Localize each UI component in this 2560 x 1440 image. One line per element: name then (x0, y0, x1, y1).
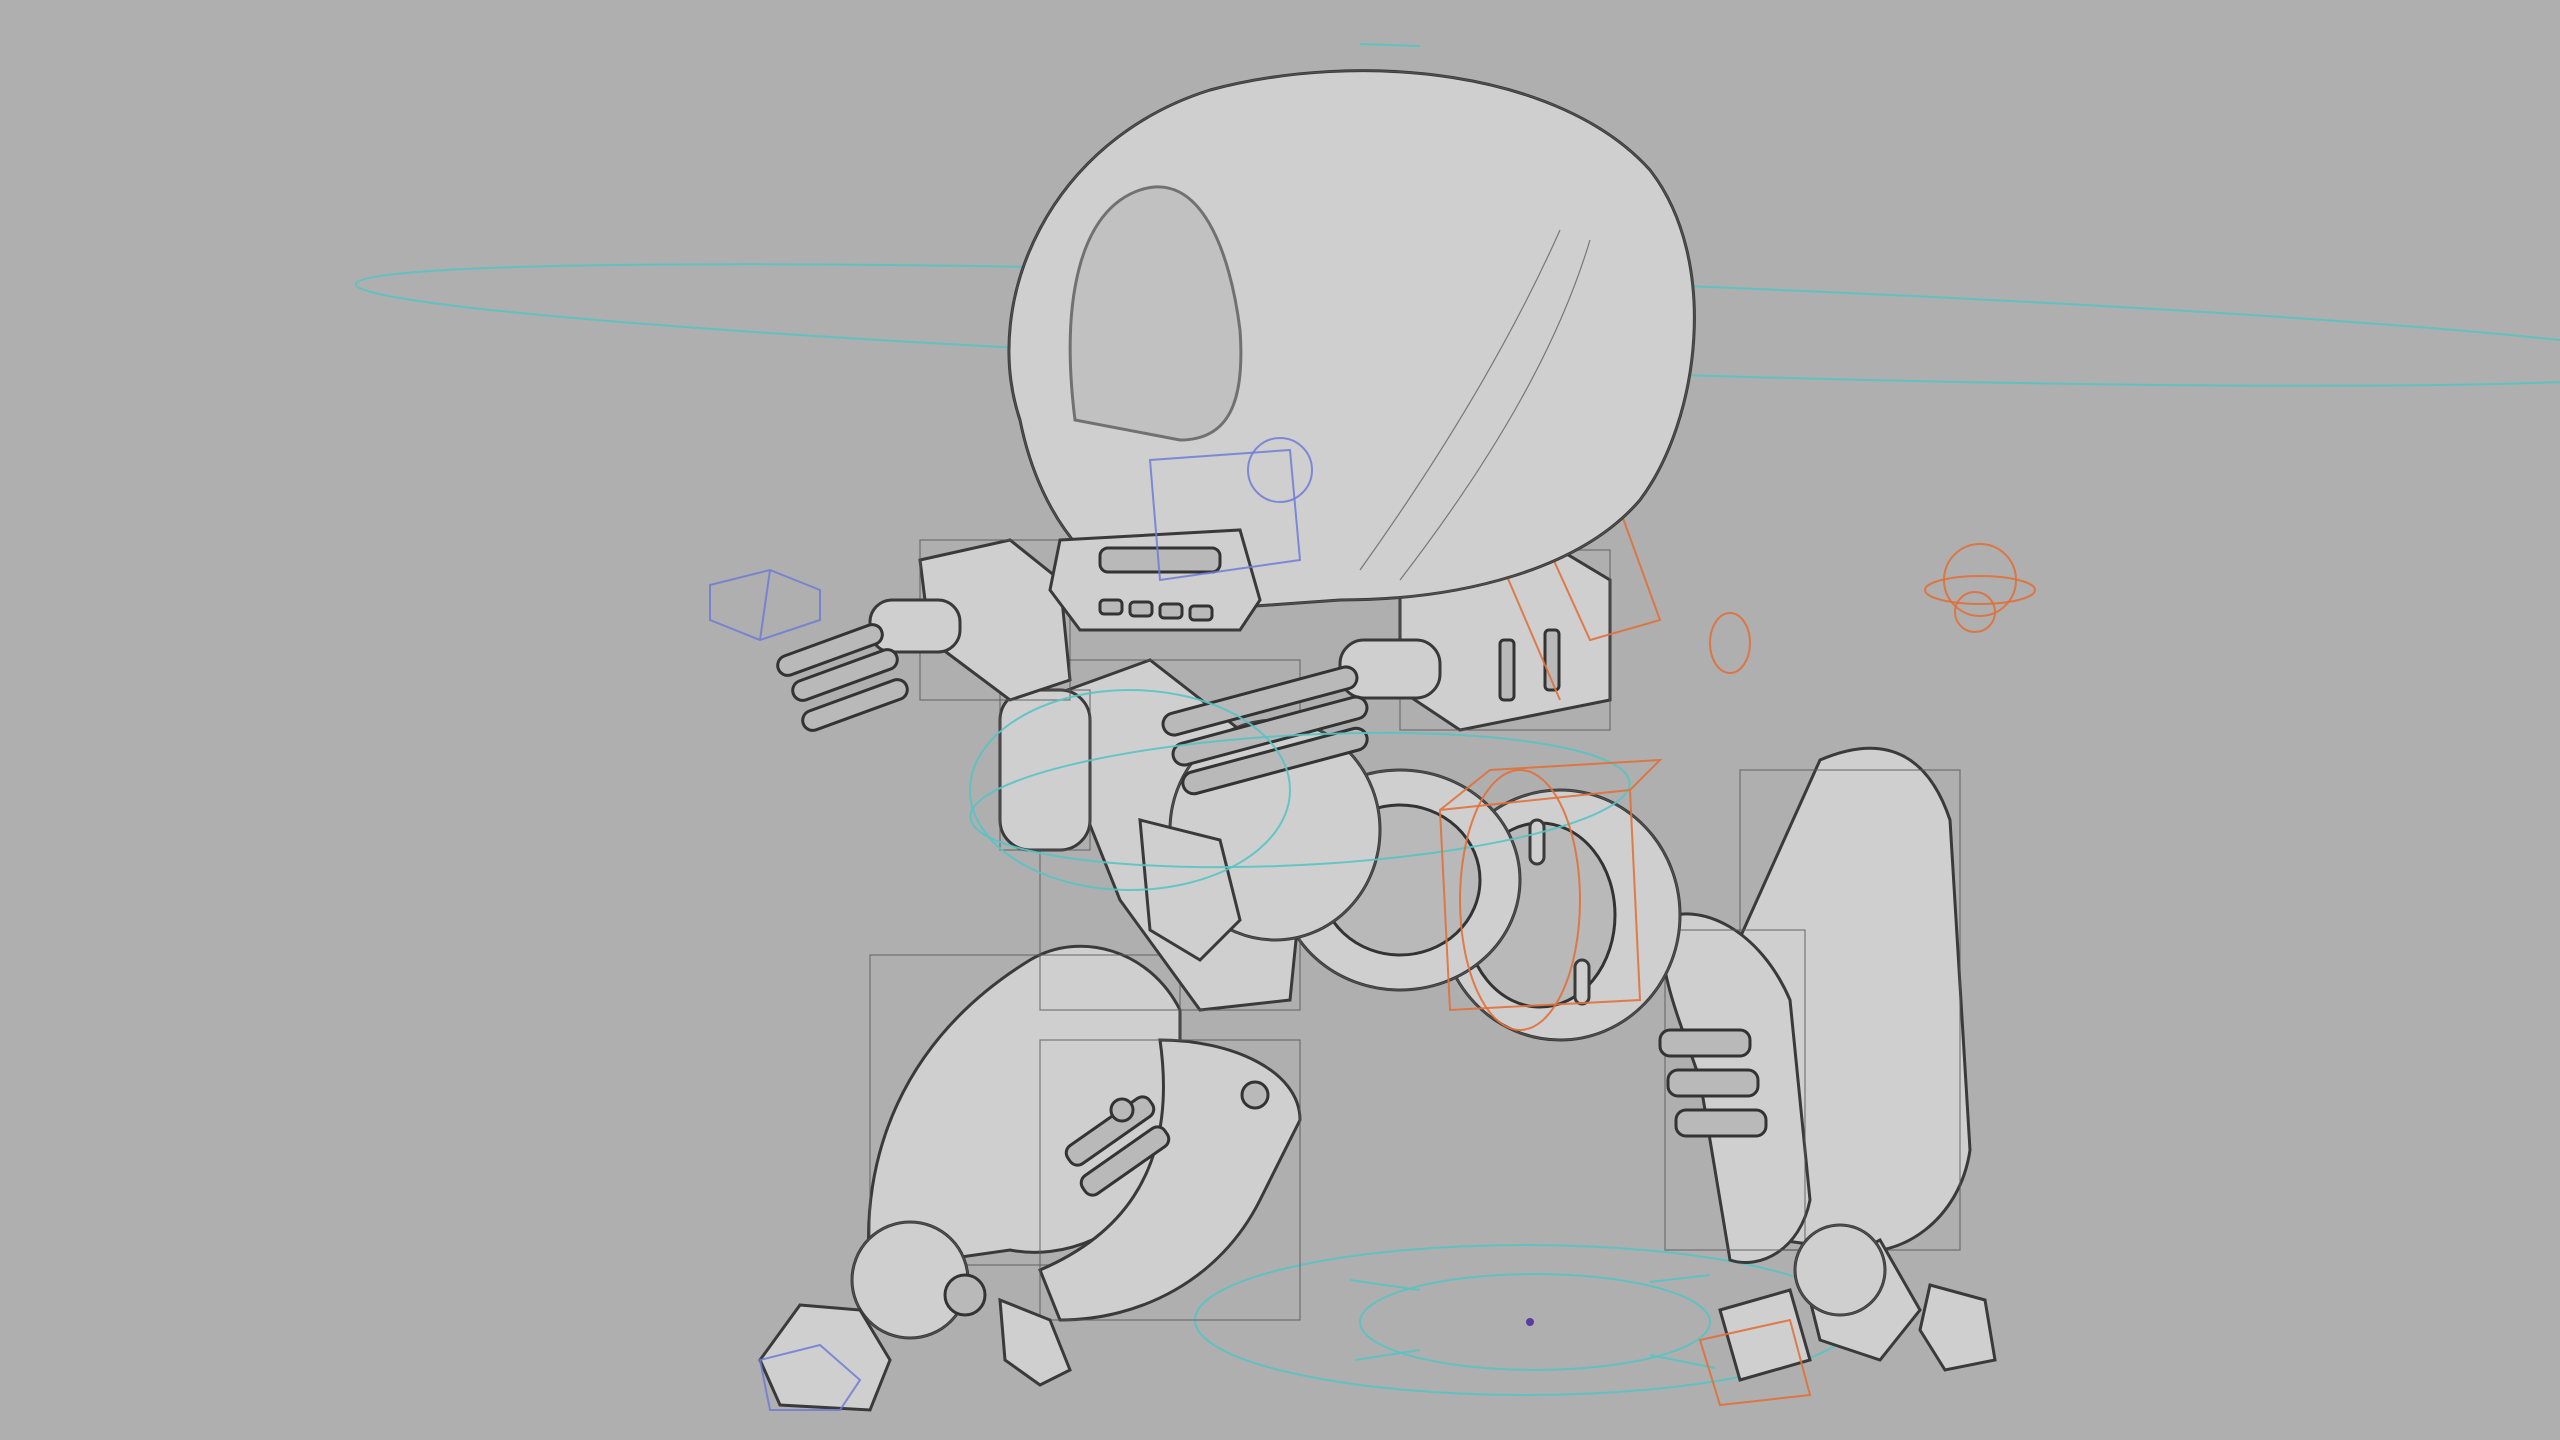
rig-orange-target-ring (1924, 575, 2036, 605)
right-leg (1658, 746, 1997, 1382)
ground-center-dot (1526, 1318, 1534, 1326)
rig-orange-target-inner (1954, 591, 1996, 633)
top-rig-mark (1359, 43, 1421, 47)
3d-viewport[interactable] (0, 0, 2560, 1440)
head (1007, 69, 1696, 632)
left-leg (758, 944, 1302, 1412)
robot-render (354, 43, 2560, 1412)
rig-orange-marker (1709, 612, 1751, 674)
rig-orange-target-outer (1943, 543, 2017, 617)
